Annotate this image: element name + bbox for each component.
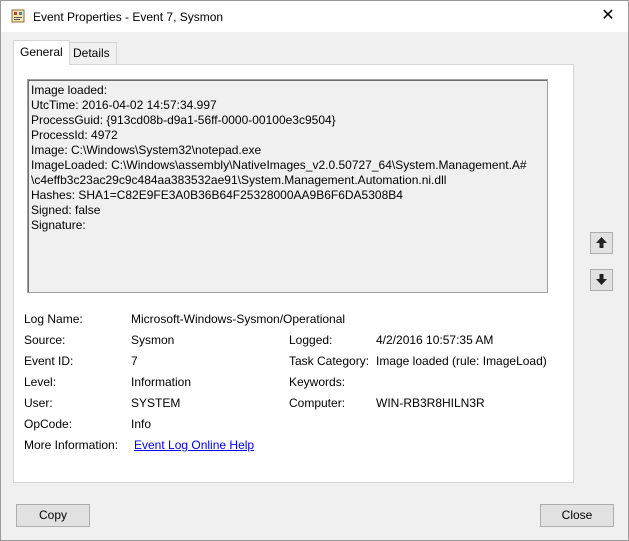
description-line: ProcessGuid: {913cd08b-d9a1-56ff-0000-00… <box>31 113 336 127</box>
tab-details[interactable]: Details <box>66 42 117 64</box>
event-description-box[interactable]: Image loaded: UtcTime: 2016-04-02 14:57:… <box>27 79 548 293</box>
description-line: ImageLoaded: C:\Windows\assembly\NativeI… <box>31 158 527 172</box>
close-icon[interactable]: ✕ <box>598 6 618 26</box>
description-line: Image: C:\Windows\System32\notepad.exe <box>31 143 262 157</box>
window-title: Event Properties - Event 7, Sysmon <box>33 10 224 24</box>
logged-label: Logged: <box>289 333 333 347</box>
description-line: \c4effb3c23ac29c9c484aa383532ae91\System… <box>31 173 447 187</box>
event-viewer-icon <box>11 9 25 23</box>
computer-value[interactable]: WIN-RB3R8HILN3R <box>376 396 485 410</box>
tab-general[interactable]: General <box>13 40 70 65</box>
source-value[interactable]: Sysmon <box>131 333 174 347</box>
copy-button[interactable]: Copy <box>16 504 90 527</box>
more-information-label: More Information: <box>24 438 119 452</box>
previous-event-button[interactable] <box>590 232 613 254</box>
description-line: ProcessId: 4972 <box>31 128 118 142</box>
task-category-label: Task Category: <box>289 354 370 368</box>
logged-value[interactable]: 4/2/2016 10:57:35 AM <box>376 333 493 347</box>
opcode-label: OpCode: <box>24 417 73 431</box>
description-line: Hashes: SHA1=C82E9FE3A0B36B64F25328000AA… <box>31 188 403 202</box>
source-label: Source: <box>24 333 66 347</box>
log-name-label: Log Name: <box>24 312 83 326</box>
description-line: Signed: false <box>31 203 101 217</box>
computer-label: Computer: <box>289 396 346 410</box>
event-id-label: Event ID: <box>24 354 74 368</box>
title-bar[interactable]: Event Properties - Event 7, Sysmon ✕ <box>1 1 628 32</box>
level-value[interactable]: Information <box>131 375 191 389</box>
opcode-value[interactable]: Info <box>131 417 151 431</box>
description-line: Signature: <box>31 218 86 232</box>
description-line: Image loaded: <box>31 83 108 97</box>
next-event-button[interactable] <box>590 269 613 291</box>
level-label: Level: <box>24 375 57 389</box>
description-line: UtcTime: 2016-04-02 14:57:34.997 <box>31 98 217 112</box>
event-log-online-help-link[interactable]: Event Log Online Help <box>134 438 254 452</box>
log-name-value[interactable]: Microsoft-Windows-Sysmon/Operational <box>131 312 345 326</box>
close-button[interactable]: Close <box>540 504 614 527</box>
keywords-label: Keywords: <box>289 375 346 389</box>
event-id-value[interactable]: 7 <box>131 354 138 368</box>
task-category-value[interactable]: Image loaded (rule: ImageLoad) <box>376 354 547 368</box>
event-properties-window: Event Properties - Event 7, Sysmon ✕ Gen… <box>0 0 629 541</box>
user-value[interactable]: SYSTEM <box>131 396 180 410</box>
arrow-down-icon <box>596 274 607 285</box>
user-label: User: <box>24 396 53 410</box>
arrow-up-icon <box>596 237 607 248</box>
